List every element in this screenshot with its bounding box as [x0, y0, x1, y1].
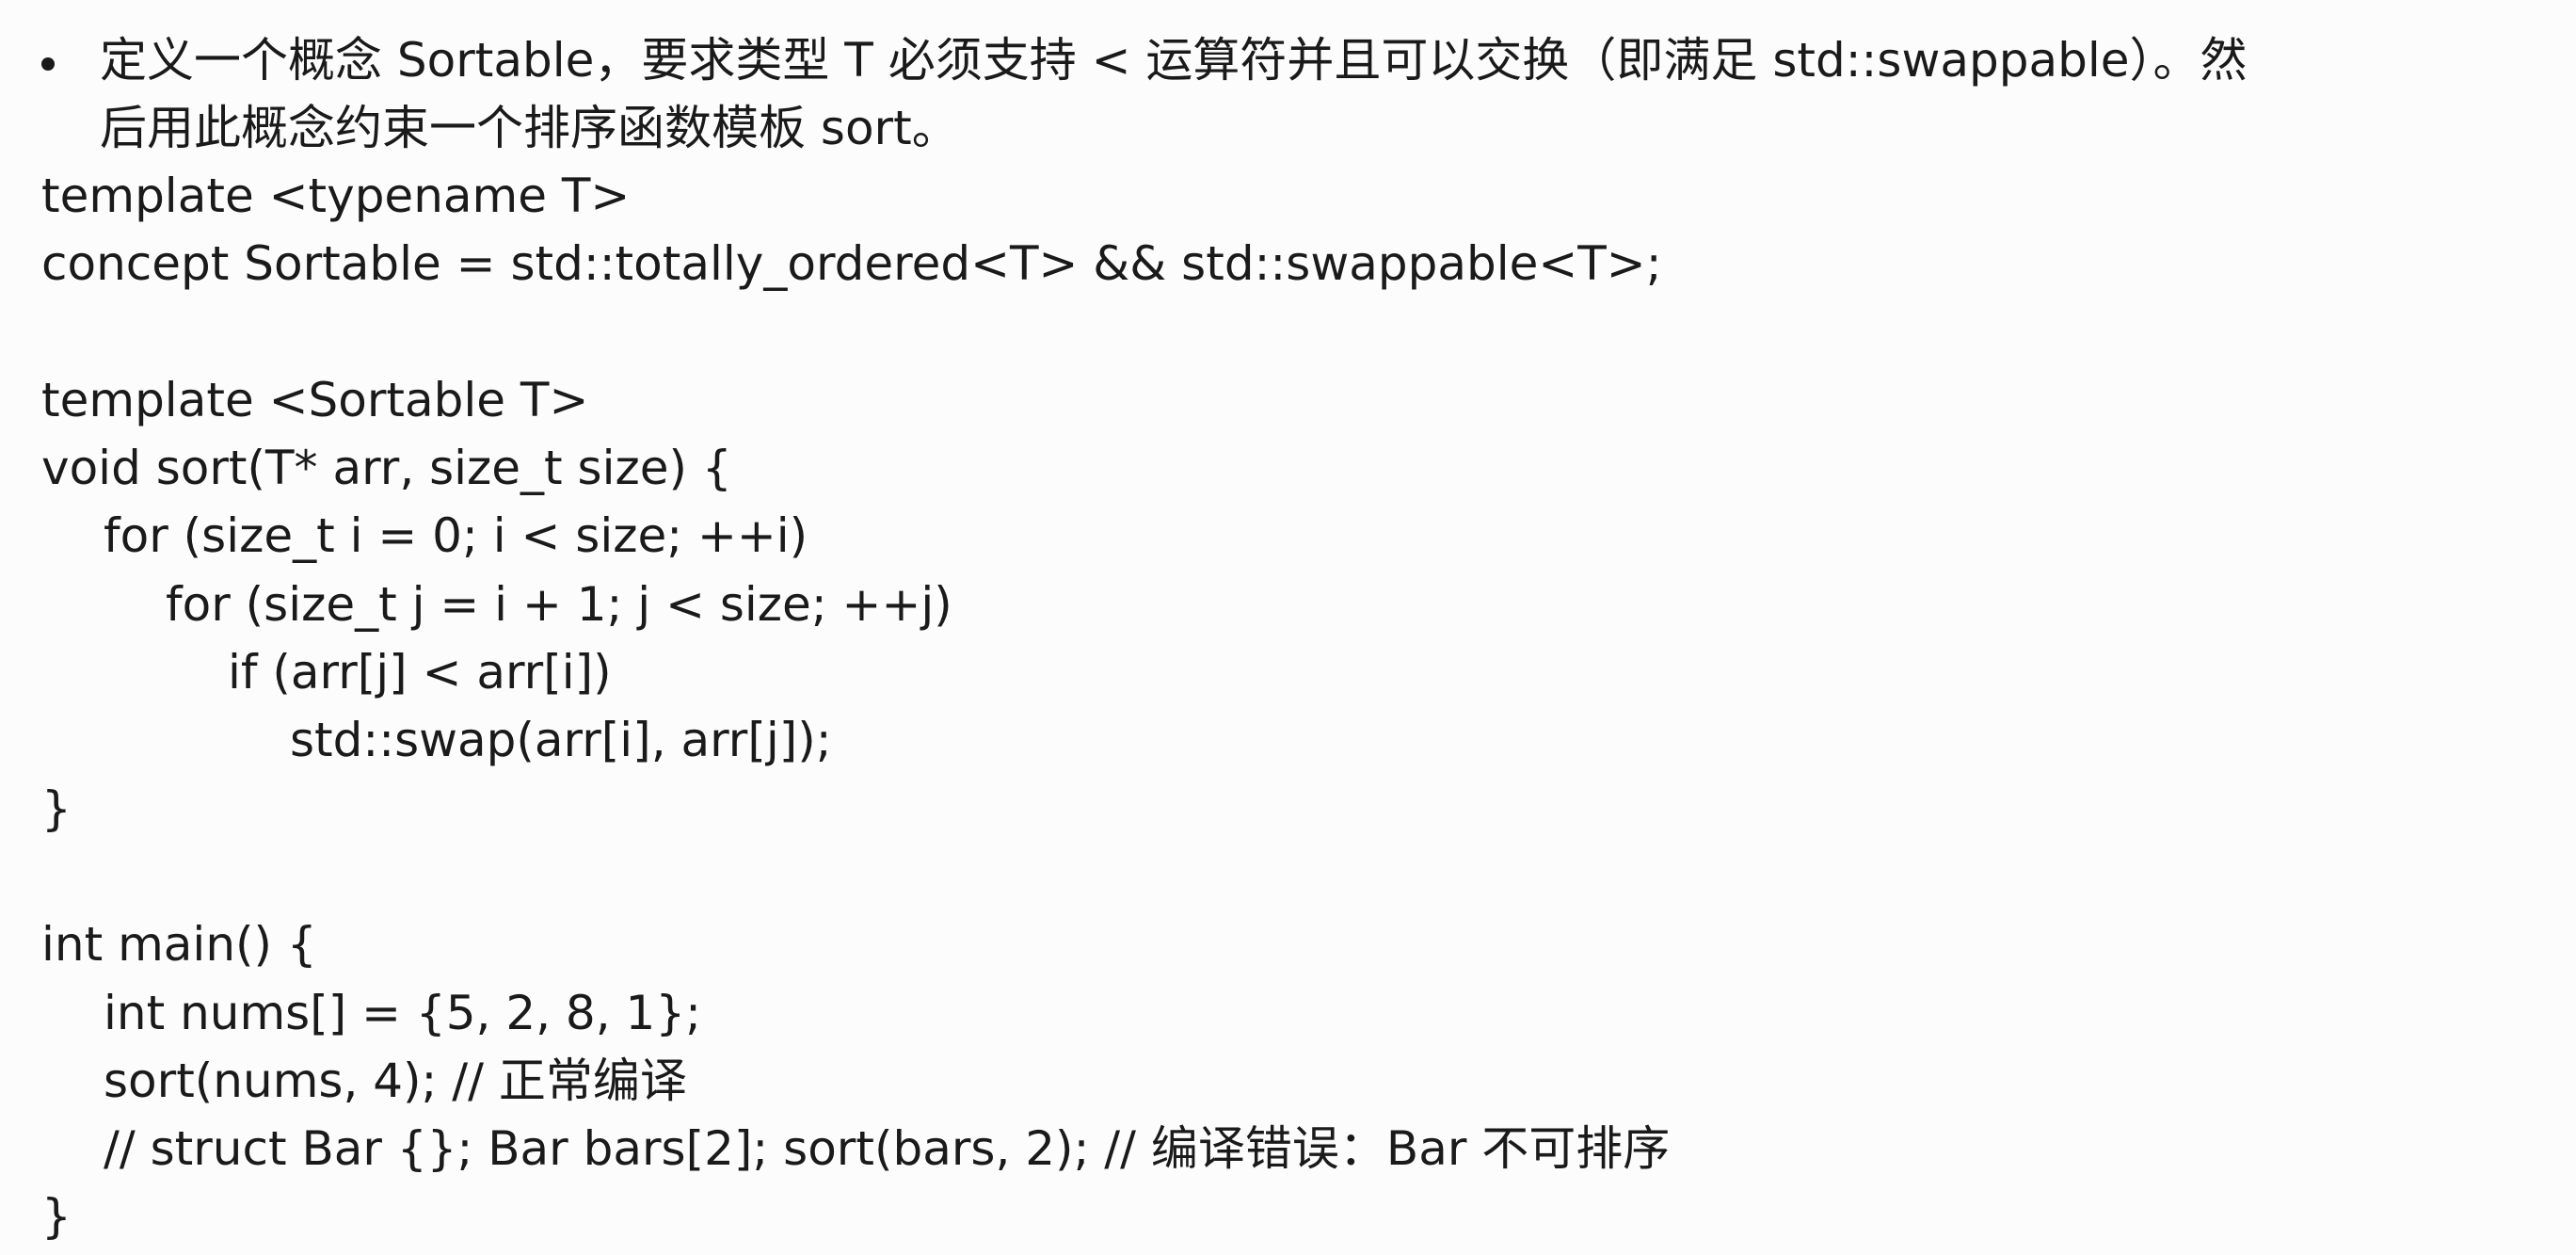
code-line-4: template <Sortable T>: [41, 372, 589, 427]
question-line-2: 后用此概念约束一个排序函数模板 sort。: [100, 101, 959, 155]
document-page: 定义一个概念 Sortable，要求类型 T 必须支持 < 运算符并且可以交换（…: [0, 0, 2576, 1255]
code-line-7: for (size_t j = i + 1; j < size; ++j): [166, 576, 952, 632]
code-line-15: // struct Bar {}; Bar bars[2]; sort(bars…: [104, 1121, 1671, 1177]
code-line-10: }: [41, 780, 72, 836]
code-line-5: void sort(T* arr, size_t size) {: [41, 441, 732, 496]
code-line-9: std::swap(arr[i], arr[j]);: [290, 713, 832, 768]
code-line-14: sort(nums, 4); // 正常编译: [104, 1053, 687, 1108]
code-line-2: concept Sortable = std::totally_ordered<…: [41, 236, 1662, 292]
code-line-13: int nums[] = {5, 2, 8, 1};: [104, 985, 701, 1040]
code-listing: template <typename T> concept Sortable =…: [41, 162, 2536, 1251]
code-line-6: for (size_t i = 0; i < size; ++i): [104, 508, 808, 564]
code-line-16: }: [41, 1189, 72, 1245]
code-line-8: if (arr[j] < arr[i]): [228, 645, 612, 700]
code-line-1: template <typename T>: [41, 169, 631, 223]
code-line-12: int main() {: [41, 917, 317, 973]
question-text: 定义一个概念 Sortable，要求类型 T 必须支持 < 运算符并且可以交换（…: [100, 26, 2547, 162]
question-line-1: 定义一个概念 Sortable，要求类型 T 必须支持 < 运算符并且可以交换（…: [100, 33, 2248, 88]
bullet-dot-icon: [41, 57, 55, 71]
